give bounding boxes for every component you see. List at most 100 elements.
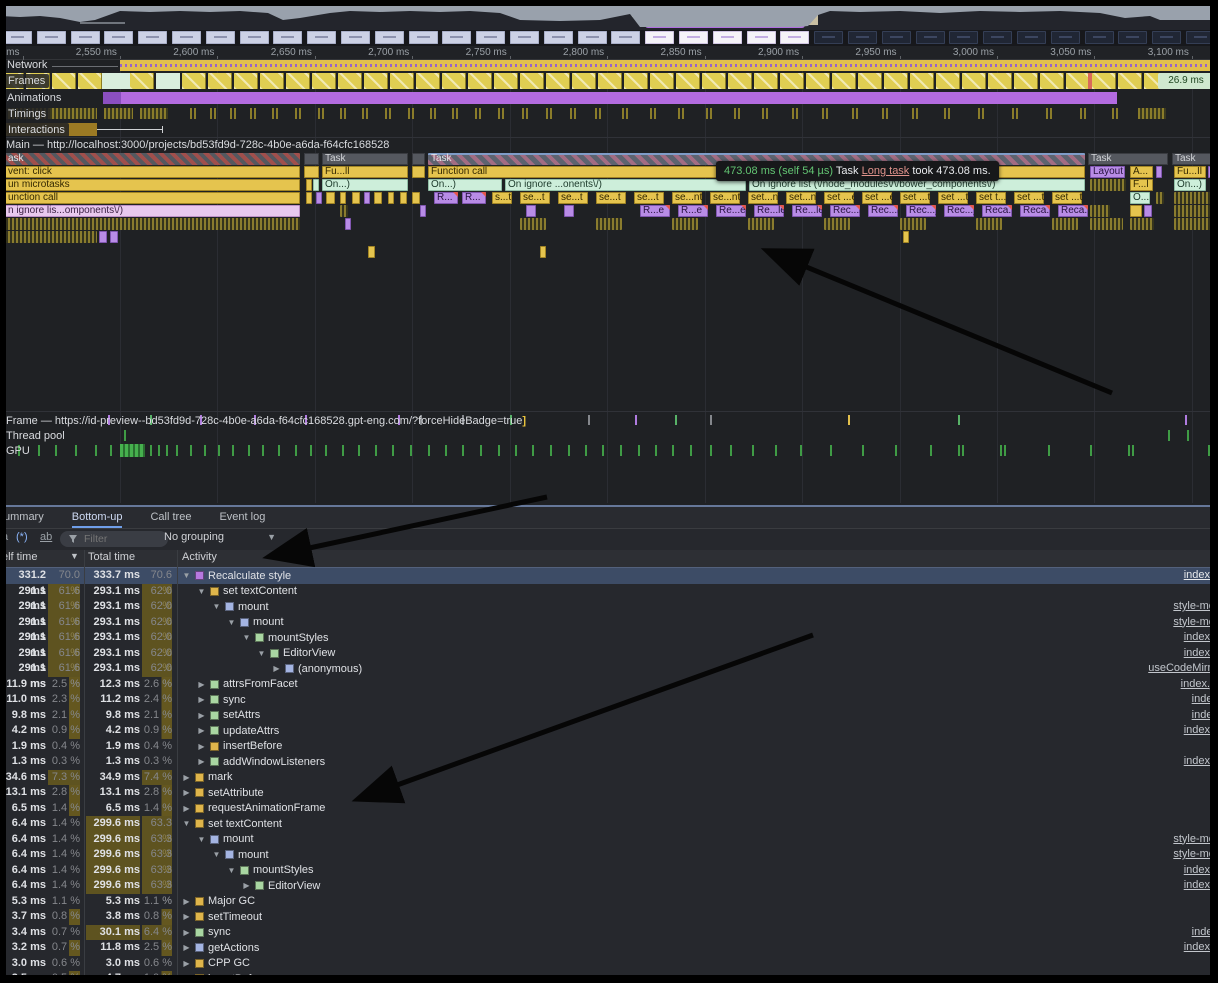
- timing-mark[interactable]: [682, 108, 684, 119]
- expand-icon[interactable]: ▶: [197, 711, 206, 720]
- flame-segment[interactable]: [903, 231, 909, 243]
- flame-segment[interactable]: set ...ent: [824, 192, 854, 204]
- flame-segment[interactable]: [306, 179, 312, 191]
- gpu-mark[interactable]: [110, 445, 112, 456]
- table-row[interactable]: 3.0 ms0.6 %3.0 ms0.6 %▶CPP GC: [0, 956, 1218, 972]
- frame-block[interactable]: [676, 73, 700, 89]
- timing-mark[interactable]: [194, 108, 196, 119]
- animations-track-bar[interactable]: [103, 92, 1117, 104]
- timing-mark[interactable]: [456, 108, 458, 119]
- frame-block[interactable]: [1066, 73, 1090, 89]
- flame-segment[interactable]: [526, 205, 536, 217]
- flame-segment[interactable]: [672, 218, 698, 230]
- timing-mark[interactable]: [502, 108, 504, 119]
- timing-mark[interactable]: [412, 108, 414, 119]
- table-row[interactable]: 6.4 ms1.4 %299.6 ms63.3 %▼mountStylesind…: [0, 863, 1218, 879]
- table-row[interactable]: 291.1 ms61.6 %293.1 ms62.0 %▼set textCon…: [0, 584, 1218, 600]
- gpu-mark[interactable]: [862, 445, 864, 456]
- flame-segment[interactable]: [400, 192, 407, 204]
- expand-icon[interactable]: ▶: [197, 680, 206, 689]
- collapse-icon[interactable]: ▼: [197, 587, 206, 596]
- timing-mark[interactable]: [452, 108, 454, 119]
- flame-segment[interactable]: Rec...yle: [906, 205, 936, 217]
- source-link[interactable]: useCodeMirror: [1148, 661, 1218, 677]
- timing-mark[interactable]: [340, 108, 342, 119]
- flame-segment[interactable]: [1090, 218, 1123, 230]
- collapse-icon[interactable]: ▼: [227, 866, 236, 875]
- film-thumbnail[interactable]: [1051, 31, 1080, 44]
- timing-mark[interactable]: [522, 108, 524, 119]
- gpu-mark[interactable]: [775, 445, 777, 456]
- timing-mark[interactable]: [738, 108, 740, 119]
- gpu-mark[interactable]: [1000, 445, 1002, 456]
- screenshot-filmstrip[interactable]: [0, 30, 1218, 46]
- expand-icon[interactable]: ▶: [197, 695, 206, 704]
- frame-block[interactable]: [338, 73, 362, 89]
- gpu-mark[interactable]: [690, 445, 692, 456]
- flame-segment[interactable]: set ...tent: [900, 192, 930, 204]
- activity-cell[interactable]: ▶sync: [182, 925, 231, 941]
- flame-segment[interactable]: [748, 218, 774, 230]
- film-thumbnail[interactable]: [375, 31, 404, 44]
- timing-mark[interactable]: [570, 108, 572, 119]
- table-row[interactable]: 3.2 ms0.7 %11.8 ms2.5 %▶getActionsindex.…: [0, 940, 1218, 956]
- frame-block[interactable]: [390, 73, 414, 89]
- flame-segment[interactable]: set ...ent: [862, 192, 892, 204]
- flame-segment[interactable]: [313, 179, 319, 191]
- flame-segment[interactable]: [99, 231, 107, 243]
- flame-segment[interactable]: set t...tent: [976, 192, 1006, 204]
- gpu-mark[interactable]: [75, 445, 77, 456]
- flame-segment[interactable]: Layout: [1090, 166, 1125, 178]
- gpu-mark[interactable]: [532, 445, 534, 456]
- film-thumbnail[interactable]: [341, 31, 370, 44]
- gpu-mark[interactable]: [498, 445, 500, 456]
- timing-mark[interactable]: [982, 108, 984, 119]
- flame-segment[interactable]: [306, 192, 312, 204]
- flame-segment[interactable]: set ...tent: [1014, 192, 1044, 204]
- flame-segment[interactable]: Fu...Il: [1174, 166, 1206, 178]
- frame-block[interactable]: [1014, 73, 1038, 89]
- timing-mark[interactable]: [710, 108, 712, 119]
- collapse-icon[interactable]: ▼: [182, 819, 191, 828]
- match-case-icon[interactable]: ab: [40, 531, 52, 543]
- collapse-icon[interactable]: ▼: [197, 835, 206, 844]
- frame-block[interactable]: [780, 73, 804, 89]
- flame-segment[interactable]: [368, 246, 375, 258]
- collapse-icon[interactable]: ▼: [227, 618, 236, 627]
- timing-mark[interactable]: [230, 108, 232, 119]
- flame-segment[interactable]: Rec...yle: [944, 205, 974, 217]
- activity-cell[interactable]: ▼set textContent: [182, 816, 282, 832]
- timing-mark[interactable]: [190, 108, 192, 119]
- timing-mark[interactable]: [882, 108, 884, 119]
- film-thumbnail[interactable]: [3, 31, 32, 44]
- activity-cell[interactable]: ▼mount: [227, 615, 284, 631]
- threadpool-mark[interactable]: [124, 430, 126, 441]
- gpu-mark[interactable]: [278, 445, 280, 456]
- activity-cell[interactable]: ▶Major GC: [182, 894, 255, 910]
- frame-block[interactable]: [546, 73, 570, 89]
- flame-segment[interactable]: Task: [322, 153, 408, 165]
- gpu-mark[interactable]: [462, 445, 464, 456]
- flame-segment[interactable]: [1130, 205, 1142, 217]
- expand-icon[interactable]: ▶: [182, 959, 191, 968]
- table-row[interactable]: 291.1 ms61.6 %293.1 ms62.0 %▼mountStyles…: [0, 630, 1218, 646]
- expand-icon[interactable]: ▶: [182, 773, 191, 782]
- timing-mark[interactable]: [1012, 108, 1014, 119]
- gpu-mark[interactable]: [655, 445, 657, 456]
- film-thumbnail[interactable]: [747, 31, 776, 44]
- timing-mark[interactable]: [1016, 108, 1018, 119]
- flame-segment[interactable]: [364, 192, 370, 204]
- gpu-mark[interactable]: [38, 445, 40, 456]
- gpu-mark[interactable]: [638, 445, 640, 456]
- frame-block[interactable]: [624, 73, 648, 89]
- track-label-threadpool[interactable]: Thread pool: [6, 430, 65, 442]
- frame-track-label[interactable]: Frame — https://id-preview--bd53fd9d-728…: [6, 415, 526, 427]
- flame-segment[interactable]: set...nt: [786, 192, 816, 204]
- flame-segment[interactable]: F...l: [1130, 179, 1153, 191]
- flame-segment[interactable]: [1052, 218, 1078, 230]
- activity-cell[interactable]: ▼set textContent: [197, 584, 297, 600]
- flame-segment[interactable]: [326, 192, 335, 204]
- flame-segment[interactable]: [304, 166, 319, 178]
- expand-icon[interactable]: ▶: [197, 726, 206, 735]
- table-row[interactable]: 1.3 ms0.3 %1.3 ms0.3 %▶addWindowListener…: [0, 754, 1218, 770]
